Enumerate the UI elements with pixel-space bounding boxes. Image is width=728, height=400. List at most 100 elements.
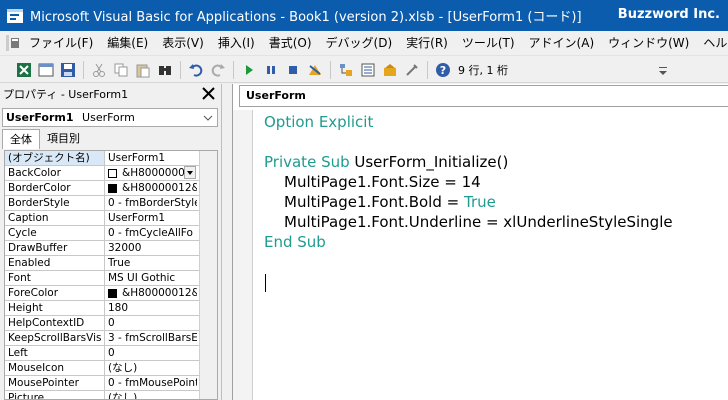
menu-view[interactable]: 表示(V) — [155, 32, 211, 54]
reset-icon[interactable] — [283, 60, 303, 80]
property-row[interactable]: Enabled True — [5, 256, 217, 271]
code-window: UserForm Option Explicit Private Sub Use… — [232, 84, 728, 400]
design-mode-icon[interactable] — [305, 60, 325, 80]
menu-edit[interactable]: 編集(E) — [100, 32, 155, 54]
property-row[interactable]: MouseIcon (なし) — [5, 361, 217, 376]
menu-grip-icon[interactable] — [4, 33, 22, 53]
property-row[interactable]: Picture (なし) — [5, 391, 217, 400]
property-value[interactable]: 0 - fmCycleAllFo — [105, 226, 197, 240]
property-value[interactable]: UserForm1 — [105, 211, 197, 225]
property-row[interactable]: BackColor &H8000000 — [5, 166, 217, 181]
menu-debug[interactable]: デバッグ(D) — [319, 32, 400, 54]
insert-userform-icon[interactable] — [36, 60, 56, 80]
code-line: End Sub — [264, 233, 326, 251]
properties-grid: (オブジェクト名) UserForm1 BackColor &H8000000 Bord… — [4, 150, 218, 400]
property-value[interactable]: 3 - fmScrollBarsE — [105, 331, 197, 345]
property-name: DrawBuffer — [5, 241, 105, 255]
run-icon[interactable] — [239, 60, 259, 80]
property-value-text: &H8000000 — [122, 167, 185, 179]
property-row[interactable]: Cycle 0 - fmCycleAllFo — [5, 226, 217, 241]
code-editor[interactable]: Option Explicit Private Sub UserForm_Ini… — [264, 112, 724, 252]
property-value[interactable]: 0 - fmMousePoint — [105, 376, 197, 390]
excel-view-icon[interactable] — [14, 60, 34, 80]
properties-window-icon[interactable] — [358, 60, 378, 80]
toolbar-separator — [83, 60, 84, 79]
properties-scrollbar[interactable] — [199, 151, 217, 399]
property-row[interactable]: Caption UserForm1 — [5, 211, 217, 226]
property-value[interactable]: &H80000012& — [105, 286, 197, 300]
save-icon[interactable] — [58, 60, 78, 80]
property-value-text: UserForm1 — [108, 152, 166, 164]
property-value[interactable]: 180 — [105, 301, 197, 315]
property-value-text: (なし) — [108, 392, 138, 400]
property-value[interactable]: 0 — [105, 316, 197, 330]
property-name: Left — [5, 346, 105, 360]
property-value[interactable]: &H8000000 — [105, 166, 197, 180]
property-name: (オブジェクト名) — [5, 151, 105, 165]
text-caret — [265, 274, 266, 292]
menu-run[interactable]: 実行(R) — [399, 32, 455, 54]
help-icon[interactable]: ? — [433, 60, 453, 80]
property-row[interactable]: BorderColor &H80000012& — [5, 181, 217, 196]
property-value[interactable]: UserForm1 — [105, 151, 197, 165]
chevron-down-icon[interactable] — [184, 166, 196, 179]
property-name: MousePointer — [5, 376, 105, 390]
property-value[interactable]: 32000 — [105, 241, 197, 255]
menu-window[interactable]: ウィンドウ(W) — [601, 32, 696, 54]
menu-format[interactable]: 書式(O) — [262, 32, 319, 54]
undo-icon[interactable] — [186, 60, 206, 80]
menu-insert[interactable]: 挿入(I) — [211, 32, 262, 54]
menu-file[interactable]: ファイル(F) — [22, 32, 100, 54]
close-icon[interactable] — [200, 85, 217, 102]
property-row[interactable]: (オブジェクト名) UserForm1 — [5, 151, 217, 166]
object-combo[interactable]: UserForm — [239, 85, 728, 107]
color-swatch — [108, 288, 117, 298]
property-row[interactable]: HelpContextID 0 — [5, 316, 217, 331]
tab-alphabetic[interactable]: 全体 — [2, 129, 40, 149]
cut-icon[interactable] — [89, 60, 109, 80]
property-row[interactable]: KeepScrollBarsVis 3 - fmScrollBarsE — [5, 331, 217, 346]
tab-categorized[interactable]: 項目別 — [40, 129, 87, 149]
object-selector[interactable]: UserForm1 UserForm — [2, 108, 218, 127]
menu-bar: ファイル(F) 編集(E) 表示(V) 挿入(I) 書式(O) デバッグ(D) … — [0, 31, 728, 56]
menu-help[interactable]: ヘルプ(H) — [696, 32, 728, 54]
property-name: BorderStyle — [5, 196, 105, 210]
property-name: KeepScrollBarsVis — [5, 331, 105, 345]
property-row[interactable]: BorderStyle 0 - fmBorderStyle — [5, 196, 217, 211]
property-row[interactable]: MousePointer 0 - fmMousePoint — [5, 376, 217, 391]
property-row[interactable]: Left 0 — [5, 346, 217, 361]
property-row[interactable]: DrawBuffer 32000 — [5, 241, 217, 256]
property-value[interactable]: (なし) — [105, 361, 197, 375]
svg-text:?: ? — [440, 64, 446, 77]
property-value[interactable]: MS UI Gothic — [105, 271, 197, 285]
property-value-text: 0 - fmBorderStyle — [108, 197, 197, 209]
cursor-position: 9 行, 1 桁 — [458, 63, 508, 77]
code-gutter[interactable] — [233, 110, 253, 400]
property-value[interactable]: 0 — [105, 346, 197, 360]
property-value-text: &H80000012& — [122, 287, 197, 299]
property-value[interactable]: &H80000012& — [105, 181, 197, 195]
property-value[interactable]: True — [105, 256, 197, 270]
copy-icon[interactable] — [111, 60, 131, 80]
redo-icon[interactable] — [208, 60, 228, 80]
property-row[interactable]: Height 180 — [5, 301, 217, 316]
break-icon[interactable] — [261, 60, 281, 80]
menu-tools[interactable]: ツール(T) — [455, 32, 522, 54]
project-explorer-icon[interactable] — [336, 60, 356, 80]
toolbar-options-icon[interactable] — [658, 61, 668, 79]
property-row[interactable]: ForeColor &H80000012& — [5, 286, 217, 301]
property-value[interactable]: (なし) — [105, 391, 197, 400]
property-value[interactable]: 0 - fmBorderStyle — [105, 196, 197, 210]
property-value-text: 0 — [108, 317, 115, 329]
paste-icon[interactable] — [133, 60, 153, 80]
toolbox-icon[interactable] — [402, 60, 422, 80]
property-value-text: 3 - fmScrollBarsE — [108, 332, 197, 344]
object-browser-icon[interactable] — [380, 60, 400, 80]
property-name: Cycle — [5, 226, 105, 240]
code-line: Option Explicit — [264, 113, 374, 131]
property-row[interactable]: Font MS UI Gothic — [5, 271, 217, 286]
find-icon[interactable] — [155, 60, 175, 80]
chevron-down-icon[interactable] — [202, 109, 214, 126]
menu-addins[interactable]: アドイン(A) — [522, 32, 602, 54]
property-value-text: 0 — [108, 347, 115, 359]
